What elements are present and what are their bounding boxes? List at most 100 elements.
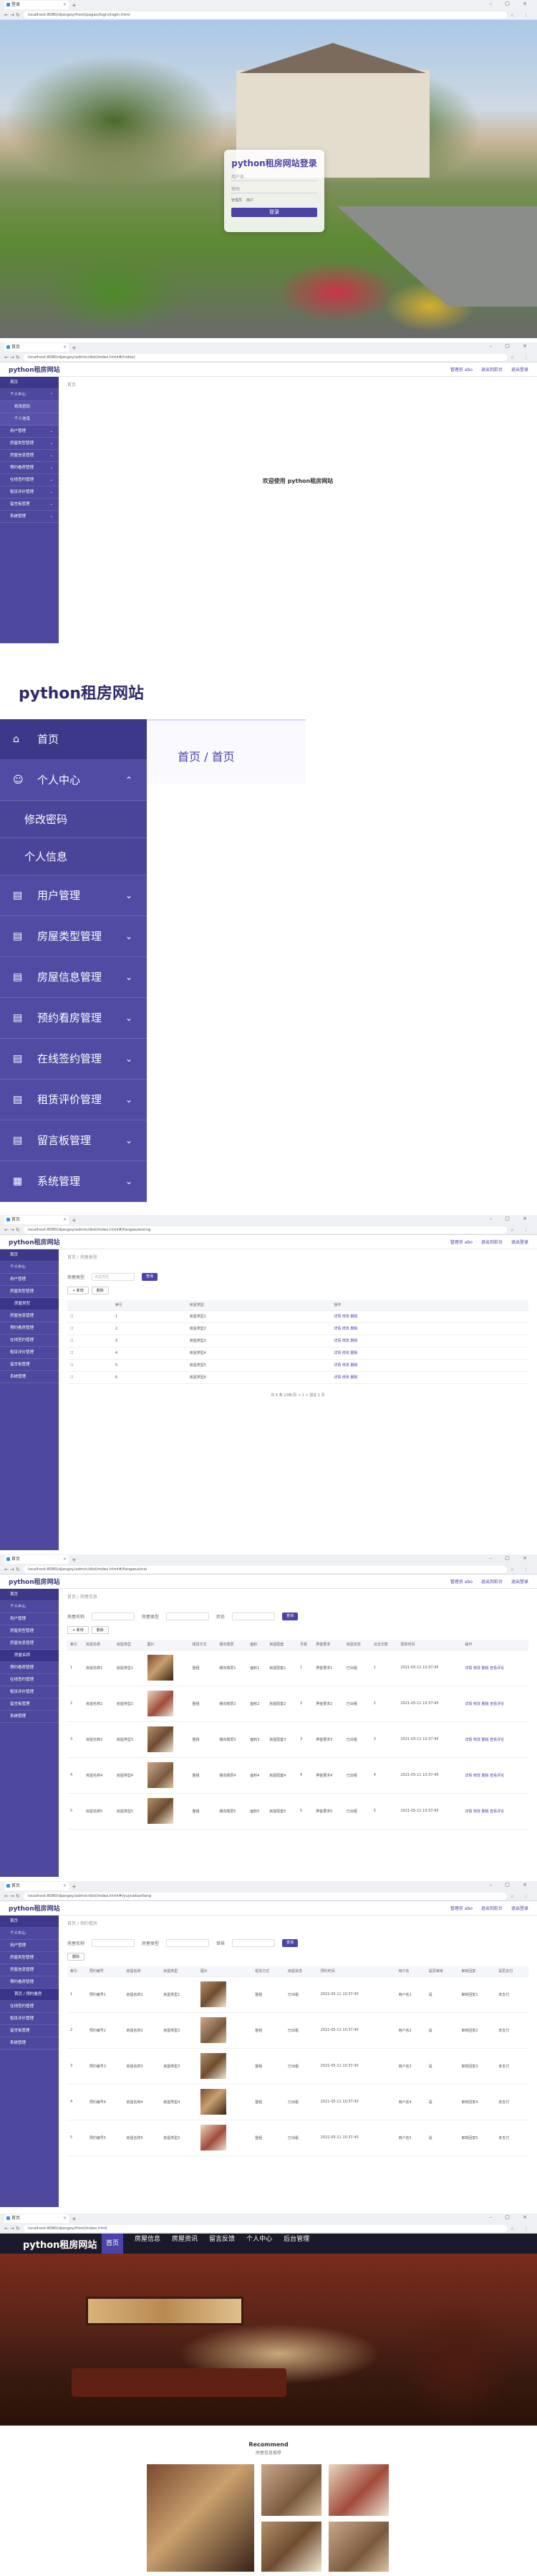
close-tab-icon[interactable]: × [63, 1882, 67, 1890]
sidebar-item-viewing[interactable]: 预约看房管理 ⌄ [0, 462, 59, 474]
sidebar-item-users[interactable]: 用户管理 [0, 1940, 59, 1952]
sidebar-item-house-types[interactable]: ▤ 房屋类型管理 ⌄ [0, 916, 147, 957]
sidebar-item-messages[interactable]: 留言板管理 [0, 1698, 59, 1711]
browser-tab[interactable]: 首页 × [4, 1216, 69, 1224]
front-link[interactable]: 退出到前台 [481, 1905, 503, 1911]
username-input[interactable]: 用户名 [231, 173, 317, 181]
table-row[interactable]: 5 房屋名称5 房屋类型5 整租 朝向楼层5 面积5 房屋配套5 5 押金要求5 已出租 5 2021… [67, 1793, 528, 1830]
new-tab-icon[interactable]: + [72, 345, 77, 351]
logout-link[interactable]: 退出登录 [511, 1905, 528, 1911]
toolbar-icons[interactable]: ☆ ⋮ [511, 2226, 533, 2231]
sidebar-item-review[interactable]: 租赁评价管理 [0, 1686, 59, 1698]
sidebar-item-profile[interactable]: 个人中心 [0, 1261, 59, 1274]
table-row[interactable]: ☐ 1 房屋类型1 详情 修改 删除 [67, 1310, 528, 1323]
sidebar-item-viewing[interactable]: 预约看房管理 [0, 1976, 59, 1989]
window-controls[interactable]: – ▢ × [490, 1882, 533, 1888]
row-actions[interactable]: 详情 修改 删除 查看评论 [462, 1793, 528, 1830]
row-actions[interactable]: 详情 修改 删除 [331, 1322, 528, 1335]
sidebar-item-users[interactable]: ▤ 用户管理 ⌄ [0, 875, 147, 916]
close-tab-icon[interactable]: × [63, 1, 67, 9]
row-checkbox[interactable]: ☐ [67, 1371, 112, 1384]
sidebar-item-users[interactable]: 用户管理 ⌄ [0, 426, 59, 438]
nav-feedback[interactable]: 留言反馈 [209, 2234, 235, 2254]
toolbar-icons[interactable]: ☆ ⋮ [511, 1567, 533, 1572]
recommend-card[interactable] [261, 2522, 321, 2572]
sidebar-item-contract[interactable]: 在线签约管理 [0, 1674, 59, 1686]
sidebar-item-home[interactable]: 首页 [0, 377, 59, 389]
table-row[interactable]: 5 预约编号5 房屋名称5 房屋类型5 整租 已出租 2021-05-11 10:37:45… [67, 2120, 528, 2156]
hero-banner[interactable] [0, 2254, 537, 2426]
table-row[interactable]: 2 房屋名称2 房屋类型2 整租 朝向楼层2 面积2 房屋配套2 2 押金要求2 已出租 2 2021… [67, 1686, 528, 1722]
sidebar-item-house-types-sub[interactable]: 房屋类型 [0, 1298, 59, 1310]
recommend-card[interactable] [147, 2464, 254, 2572]
delete-button[interactable]: 删除 [91, 1287, 109, 1294]
nav-buttons-icon[interactable]: ← → ↻ [4, 12, 20, 18]
sidebar-item-contract[interactable]: 在线签约管理 ⌄ [0, 474, 59, 486]
sidebar-item-system[interactable]: ▦ 系统管理 ⌄ [0, 1161, 147, 1202]
nav-buttons-icon[interactable]: ← → ↻ [4, 2226, 20, 2231]
search-button[interactable]: 查询 [282, 1939, 299, 1947]
window-controls[interactable]: – ▢ × [490, 343, 533, 349]
logout-link[interactable]: 退出登录 [511, 366, 528, 373]
front-link[interactable]: 退出到前台 [481, 1239, 503, 1245]
nav-house-info[interactable]: 房屋信息 [135, 2234, 160, 2254]
new-tab-icon[interactable]: + [72, 1217, 77, 1224]
toolbar-icons[interactable]: ☆ ⋮ [511, 1228, 533, 1233]
address-bar[interactable]: localhost:8080/djangoy/admin/dist/index.… [24, 1566, 507, 1573]
sidebar-item-contract[interactable]: 在线签约管理 [0, 1335, 59, 1347]
site-logo[interactable]: python租房网站 [23, 2237, 102, 2251]
role-radios[interactable]: 管理员 用户 [231, 198, 317, 203]
search-button[interactable]: 查询 [282, 1613, 299, 1620]
nav-buttons-icon[interactable]: ← → ↻ [4, 1227, 20, 1233]
window-controls[interactable]: – ▢ × [490, 2214, 533, 2220]
address-bar[interactable]: localhost:8080/djangoy/admin/dist/index.… [24, 1226, 507, 1234]
close-tab-icon[interactable]: × [63, 1216, 67, 1224]
current-user-link[interactable]: 管理员 abo [450, 366, 473, 373]
address-bar[interactable]: localhost:8080/djangoy/admin/dist/index.… [24, 1893, 507, 1900]
sidebar-item-viewing[interactable]: ▤ 预约看房管理 ⌄ [0, 998, 147, 1039]
sidebar-item-house-info[interactable]: 房屋信息管理 [0, 1310, 59, 1322]
role-admin-radio[interactable]: 管理员 [231, 198, 242, 203]
row-checkbox[interactable]: ☐ [67, 1347, 112, 1360]
sidebar-item-house-info[interactable]: 房屋信息管理 [0, 1964, 59, 1976]
row-checkbox[interactable]: ☐ [67, 1359, 112, 1372]
pagination[interactable]: 共 6 条 10条/页 < 1 > 前往 1 页 [67, 1393, 528, 1398]
window-controls[interactable]: – ▢ × [490, 1216, 533, 1221]
type-filter-input[interactable] [166, 1939, 210, 1947]
password-input[interactable]: 密码 [231, 186, 317, 193]
sidebar-item-messages[interactable]: ▤ 留言板管理 ⌄ [0, 1120, 147, 1161]
column-header[interactable] [67, 1300, 112, 1311]
row-actions[interactable]: 详情 修改 删除 查看评论 [462, 1650, 528, 1686]
window-controls[interactable]: – ▢ × [490, 1, 533, 6]
sidebar-item-profile[interactable]: 个人中心 [0, 1601, 59, 1613]
address-bar[interactable]: localhost:8080/djangoy/admin/dist/index.… [24, 354, 507, 361]
toolbar-icons[interactable]: ☆ ⋮ [511, 355, 533, 360]
sidebar-item-house-types[interactable]: 房屋类型管理 [0, 1625, 59, 1638]
sidebar-item-profile[interactable]: 个人中心 ⌃ [0, 389, 59, 401]
table-row[interactable]: 2 预约编号2 房屋名称2 房屋类型2 整租 已出租 2021-05-11 10:37:45… [67, 2012, 528, 2049]
audit-filter-select[interactable] [232, 1939, 276, 1947]
window-controls[interactable]: – ▢ × [490, 1555, 533, 1561]
table-row[interactable]: 1 预约编号1 房屋名称1 房屋类型1 整租 已出租 2021-05-11 10:37:45… [67, 1976, 528, 2013]
sidebar-item-system[interactable]: 系统管理 [0, 1371, 59, 1383]
sidebar-item-house-info[interactable]: ▤ 房屋信息管理 ⌄ [0, 957, 147, 998]
row-checkbox[interactable]: ☐ [67, 1310, 112, 1323]
add-button[interactable]: + 新增 [67, 1626, 89, 1634]
address-bar[interactable]: localhost:8080/djangoy/front/pages/login… [24, 11, 507, 19]
table-row[interactable]: ☐ 5 房屋类型5 详情 修改 删除 [67, 1359, 528, 1372]
sidebar-item-password[interactable]: 修改密码 [0, 801, 147, 838]
browser-tab[interactable]: 登录 × [4, 1, 69, 9]
browser-tab[interactable]: 首页 × [4, 2214, 69, 2223]
recommend-card[interactable] [329, 2522, 389, 2572]
address-bar[interactable]: localhost:8080/djangoy/front/index.html [24, 2225, 507, 2232]
sidebar-item-house-types[interactable]: 房屋类型管理 [0, 1952, 59, 1964]
sidebar-item-house-types[interactable]: 房屋类型管理 [0, 1286, 59, 1298]
delete-button[interactable]: 删除 [67, 1953, 85, 1961]
name-filter-input[interactable] [92, 1939, 135, 1947]
front-link[interactable]: 退出到前台 [481, 366, 503, 373]
sidebar-item-home[interactable]: 首页 [0, 1249, 59, 1261]
sidebar-item-password[interactable]: 修改密码 [0, 401, 59, 413]
sidebar-item-review[interactable]: ▤ 租赁评价管理 ⌄ [0, 1080, 147, 1120]
type-filter-input[interactable]: 房屋类型 [92, 1273, 135, 1281]
sidebar-item-users[interactable]: 用户管理 [0, 1274, 59, 1286]
